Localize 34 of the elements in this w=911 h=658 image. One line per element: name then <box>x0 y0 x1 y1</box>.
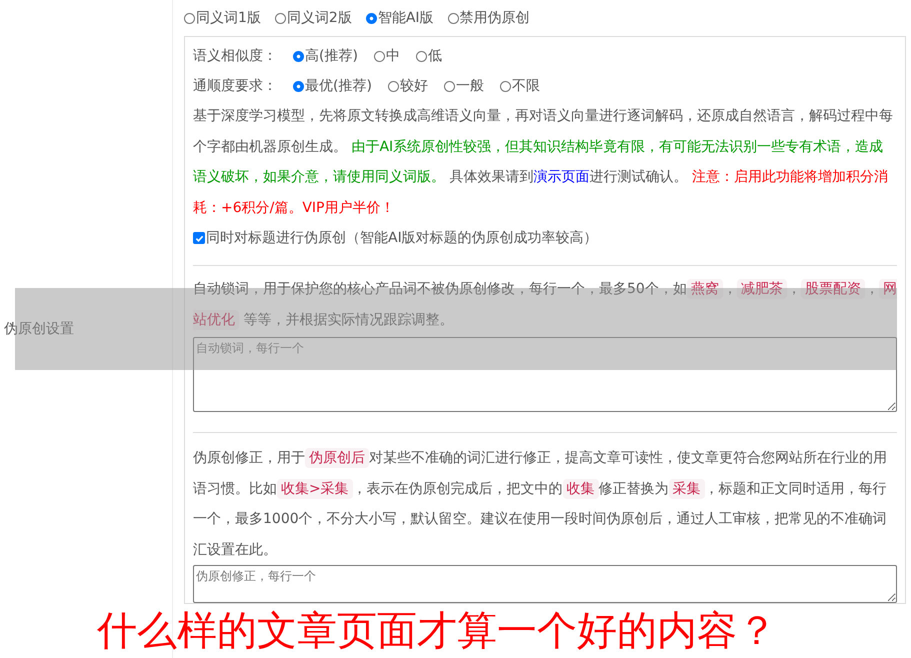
radio-option[interactable]: 智能AI版 <box>366 9 434 27</box>
field-label: 通顺度要求： <box>193 77 277 95</box>
lock-words-text: 自动锁词，用于保护您的核心产品词不被伪原创修改，每行一个，最多50个，如 燕窝 ， 减肥茶 ， 股票配资 ， 网站优化 等等，并根据实际情况跟踪调整。 <box>193 278 897 332</box>
caption-title: 什么样的文章页面才算一个好的内容？ <box>97 608 777 654</box>
radio-icon[interactable] <box>500 80 511 92</box>
title-checkbox[interactable]: 同时对标题进行伪原创（智能AI版对标题的伪原创成功率较高） <box>193 229 598 247</box>
correction-text: 伪原创修正，用于 伪原创后 对某些不准确的词汇进行修正，提高文章可读性，使文章更符合您网站所在行业的用语习惯。比如 收集>采集 ，表示在伪原创完成后，把文中的 收集 修正替换为 采集 ，标题和正文同时适用，每行一个，最多1000个，不分大小写，默认留空。建议在使用一段时间伪原创后，通过人工审核，把常见的不准确词汇设置在此。 <box>193 447 888 560</box>
demo-page-link[interactable]: 演示页面 <box>533 169 590 185</box>
radio-icon[interactable] <box>184 12 195 24</box>
radio-icon[interactable] <box>293 80 304 92</box>
section-label: 伪原创设置 <box>3 320 75 338</box>
radio-option[interactable]: 最优(推荐) <box>293 77 372 95</box>
radio-option[interactable]: 中 <box>374 47 400 65</box>
lock-words-field[interactable]: 自动锁词，每行一个 <box>193 337 897 412</box>
radio-option[interactable]: 一般 <box>444 77 484 95</box>
radio-option[interactable]: 同义词2版 <box>274 9 352 27</box>
description-text: 基于深度学习模型，先将原文转换成高维语义向量，再对语义向量进行逐词解码，还原成自然语言，解码过程中每个字都由机器原创生成。 由于AI系统原创性较强，但其知识结构毕竟有限，有可能无法识别一些专有术语，造成语义破坏，如果介意，请使用同义词版。 具体效果请到演示页面进行测试确认。 注意：启用此功能将增加积分消耗：+6积分/篇。VIP用户半价！ <box>193 107 894 218</box>
radio-option[interactable]: 禁用伪原创 <box>448 9 530 27</box>
radio-option[interactable]: 较好 <box>388 77 428 95</box>
correction-field[interactable]: 伪原创修正，每行一个 <box>193 565 897 603</box>
radio-icon[interactable] <box>374 50 385 62</box>
radio-icon[interactable] <box>388 80 399 92</box>
radio-option[interactable]: 同义词1版 <box>184 9 261 27</box>
radio-icon[interactable] <box>416 50 427 62</box>
radio-option[interactable]: 高(推荐) <box>293 47 358 65</box>
radio-icon[interactable] <box>366 12 377 24</box>
radio-icon[interactable] <box>448 12 459 24</box>
radio-option[interactable]: 低 <box>416 47 442 65</box>
checkbox-icon[interactable] <box>193 232 205 244</box>
radio-option[interactable]: 不限 <box>500 77 540 95</box>
radio-icon[interactable] <box>293 50 304 62</box>
radio-icon[interactable] <box>444 80 455 92</box>
radio-icon[interactable] <box>274 12 286 24</box>
field-label: 语义相似度： <box>193 47 277 65</box>
